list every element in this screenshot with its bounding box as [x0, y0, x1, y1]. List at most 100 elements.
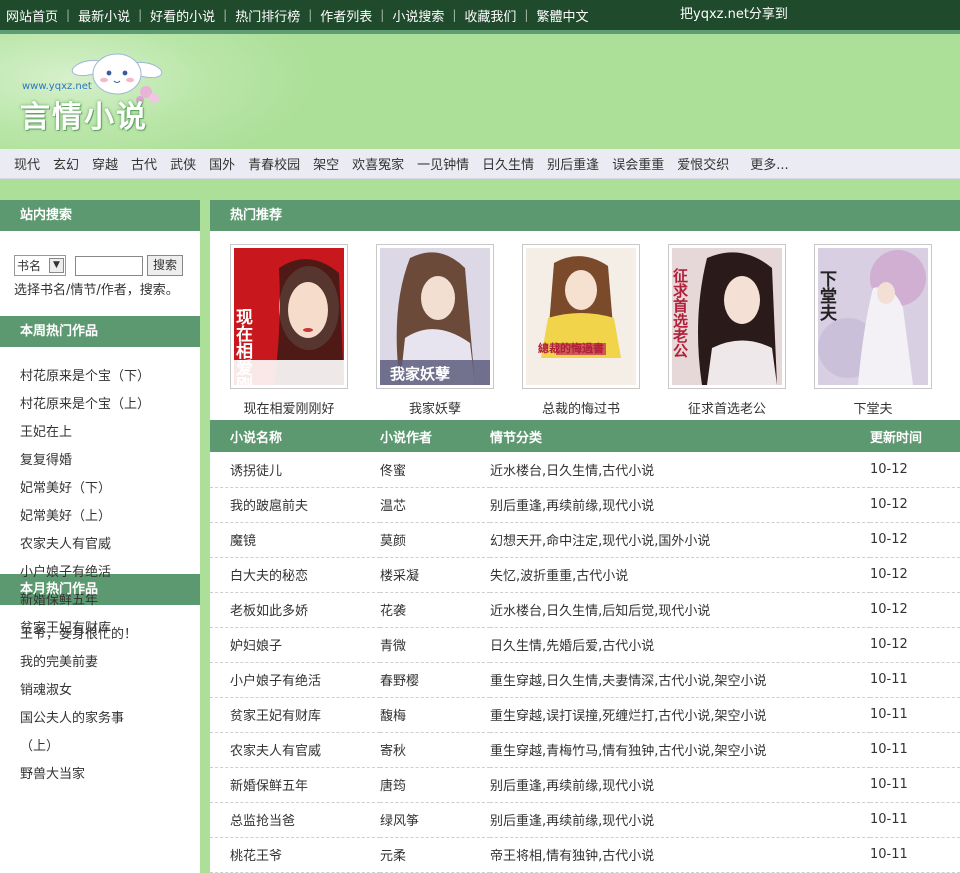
weekly-item[interactable]: 农家夫人有官威: [20, 531, 200, 559]
novel-name-link[interactable]: 桃花王爷: [210, 837, 380, 873]
monthly-item[interactable]: （上）: [20, 733, 200, 761]
author-link[interactable]: 楼采凝: [380, 557, 490, 593]
novel-name-link[interactable]: 魔镜: [210, 522, 380, 558]
nav-authors[interactable]: 作者列表: [320, 6, 372, 25]
site-logo[interactable]: 言情小说: [20, 92, 148, 136]
weekly-hot-title: 本周热门作品: [0, 316, 200, 347]
book-title[interactable]: 征求首选老公: [668, 398, 786, 417]
author-link[interactable]: 花袭: [380, 592, 490, 628]
weekly-item[interactable]: 妃常美好（上）: [20, 503, 200, 531]
monthly-item[interactable]: 销魂淑女: [20, 677, 200, 705]
search-input[interactable]: [75, 255, 143, 276]
author-link[interactable]: 莫颜: [380, 522, 490, 558]
category-misunderstanding[interactable]: 误会重重: [612, 154, 664, 173]
book-cover-image: 總裁的悔過書: [526, 248, 636, 385]
author-link[interactable]: 寄秋: [380, 732, 490, 768]
recommend-title: 热门推荐: [210, 200, 960, 231]
author-link[interactable]: 青微: [380, 627, 490, 663]
monthly-hot-list: 王爷，妾身很忙的！ 我的完美前妻 销魂淑女 国公夫人的家务事 （上） 野兽大当家: [0, 605, 200, 789]
update-time-cell: 10-11: [870, 802, 960, 838]
weekly-item[interactable]: 妃常美好（下）: [20, 475, 200, 503]
book-title[interactable]: 总裁的悔过书: [522, 398, 640, 417]
author-link[interactable]: 春野樱: [380, 662, 490, 698]
update-time-cell: 10-11: [870, 697, 960, 733]
category-foreign[interactable]: 国外: [209, 154, 235, 173]
monthly-item[interactable]: 野兽大当家: [20, 761, 200, 789]
category-time-travel[interactable]: 穿越: [92, 154, 118, 173]
nav-latest[interactable]: 最新小说: [78, 6, 130, 25]
author-link[interactable]: 绿风筝: [380, 802, 490, 838]
table-row: 新婚保鲜五年 唐筠 别后重逢,再续前缘,现代小说 10-11: [210, 767, 960, 803]
top-bar: 网站首页 | 最新小说 | 好看的小说 | 热门排行榜 | 作者列表 | 小说搜…: [0, 0, 960, 30]
share-link[interactable]: 把yqxz.net分享到: [680, 3, 788, 22]
author-link[interactable]: 温芯: [380, 487, 490, 523]
nav-good-novels[interactable]: 好看的小说: [150, 6, 215, 25]
cover-frame[interactable]: 征求首选老公: [668, 244, 786, 389]
monthly-item[interactable]: 王爷，妾身很忙的！: [20, 621, 200, 649]
nav-home[interactable]: 网站首页: [6, 6, 58, 25]
novel-name-link[interactable]: 贫家王妃有财库: [210, 697, 380, 733]
weekly-item[interactable]: 王妃在上: [20, 419, 200, 447]
monthly-item[interactable]: 国公夫人的家务事: [20, 705, 200, 733]
book-title[interactable]: 现在相爱刚刚好: [230, 398, 348, 417]
nav-separator: |: [223, 8, 228, 22]
weekly-hot-list: 村花原来是个宝（下） 村花原来是个宝（上） 王妃在上 复复得婚 妃常美好（下） …: [0, 347, 200, 636]
col-novel-name: 小说名称: [210, 420, 380, 452]
book-cover-card[interactable]: 我家妖孽 我家妖孽: [376, 244, 494, 417]
novel-name-link[interactable]: 总监抢当爸: [210, 802, 380, 838]
author-link[interactable]: 元柔: [380, 837, 490, 873]
category-cell: 重生穿越,青梅竹马,情有独钟,古代小说,架空小说: [490, 732, 870, 768]
monthly-item[interactable]: 我的完美前妻: [20, 649, 200, 677]
category-cell: 重生穿越,日久生情,夫妻情深,古代小说,架空小说: [490, 662, 870, 698]
nav-traditional[interactable]: 繁體中文: [536, 6, 588, 25]
search-button[interactable]: 搜索: [147, 255, 184, 276]
novel-name-link[interactable]: 新婚保鲜五年: [210, 767, 380, 803]
novel-name-link[interactable]: 农家夫人有官威: [210, 732, 380, 768]
category-reunion[interactable]: 别后重逢: [547, 154, 599, 173]
author-link[interactable]: 佟蜜: [380, 452, 490, 488]
category-martial-arts[interactable]: 武侠: [170, 154, 196, 173]
category-more-link[interactable]: 更多...: [750, 154, 788, 173]
weekly-item[interactable]: 复复得婚: [20, 447, 200, 475]
category-love-hate[interactable]: 爱恨交织: [677, 154, 729, 173]
table-row: 总监抢当爸 绿风筝 别后重逢,再续前缘,现代小说 10-11: [210, 802, 960, 838]
category-fantasy[interactable]: 玄幻: [53, 154, 79, 173]
nav-ranking[interactable]: 热门排行榜: [235, 6, 300, 25]
update-time-cell: 10-12: [870, 627, 960, 663]
novel-name-link[interactable]: 我的跛扈前夫: [210, 487, 380, 523]
book-cover-card[interactable]: 下堂夫 下堂夫: [814, 244, 932, 417]
category-happy-rivals[interactable]: 欢喜冤家: [352, 154, 404, 173]
cover-frame[interactable]: 我家妖孽: [376, 244, 494, 389]
category-ancient[interactable]: 古代: [131, 154, 157, 173]
novel-name-link[interactable]: 老板如此多娇: [210, 592, 380, 628]
novel-name-link[interactable]: 妒妇娘子: [210, 627, 380, 663]
book-cover-card[interactable]: 征求首选老公 征求首选老公: [668, 244, 786, 417]
cover-frame[interactable]: 總裁的悔過書: [522, 244, 640, 389]
table-row: 妒妇娘子 青微 日久生情,先婚后爱,古代小说 10-12: [210, 627, 960, 663]
weekly-item[interactable]: 村花原来是个宝（下）: [20, 363, 200, 391]
category-modern[interactable]: 现代: [14, 154, 40, 173]
category-cell: 别后重逢,再续前缘,现代小说: [490, 487, 870, 523]
weekly-item[interactable]: 村花原来是个宝（上）: [20, 391, 200, 419]
book-cover-card[interactable]: 现在相爱刚刚好 现在相爱刚刚好: [230, 244, 348, 428]
novel-name-link[interactable]: 白大夫的秘恋: [210, 557, 380, 593]
novel-name-link[interactable]: 小户娘子有绝活: [210, 662, 380, 698]
author-link[interactable]: 唐筠: [380, 767, 490, 803]
book-title[interactable]: 我家妖孽: [376, 398, 494, 417]
table-header-row: 小说名称 小说作者 情节分类 更新时间: [210, 420, 960, 452]
cover-title-text: 我家妖孽: [390, 365, 450, 383]
novel-name-link[interactable]: 诱拐徒儿: [210, 452, 380, 488]
category-campus[interactable]: 青春校园: [248, 154, 300, 173]
nav-search[interactable]: 小说搜索: [392, 6, 444, 25]
book-cover-card[interactable]: 總裁的悔過書 总裁的悔过书: [522, 244, 640, 417]
book-title[interactable]: 下堂夫: [814, 398, 932, 417]
category-love-at-first-sight[interactable]: 一见钟情: [417, 154, 469, 173]
cover-frame[interactable]: 现在相爱刚刚好: [230, 244, 348, 428]
search-type-select[interactable]: 书名 ▼: [14, 255, 66, 276]
nav-bookmark[interactable]: 收藏我们: [464, 6, 516, 25]
category-slow-burn[interactable]: 日久生情: [482, 154, 534, 173]
cover-frame[interactable]: 下堂夫: [814, 244, 932, 389]
category-alternate-history[interactable]: 架空: [313, 154, 339, 173]
nav-separator: |: [380, 8, 385, 22]
author-link[interactable]: 馥梅: [380, 697, 490, 733]
